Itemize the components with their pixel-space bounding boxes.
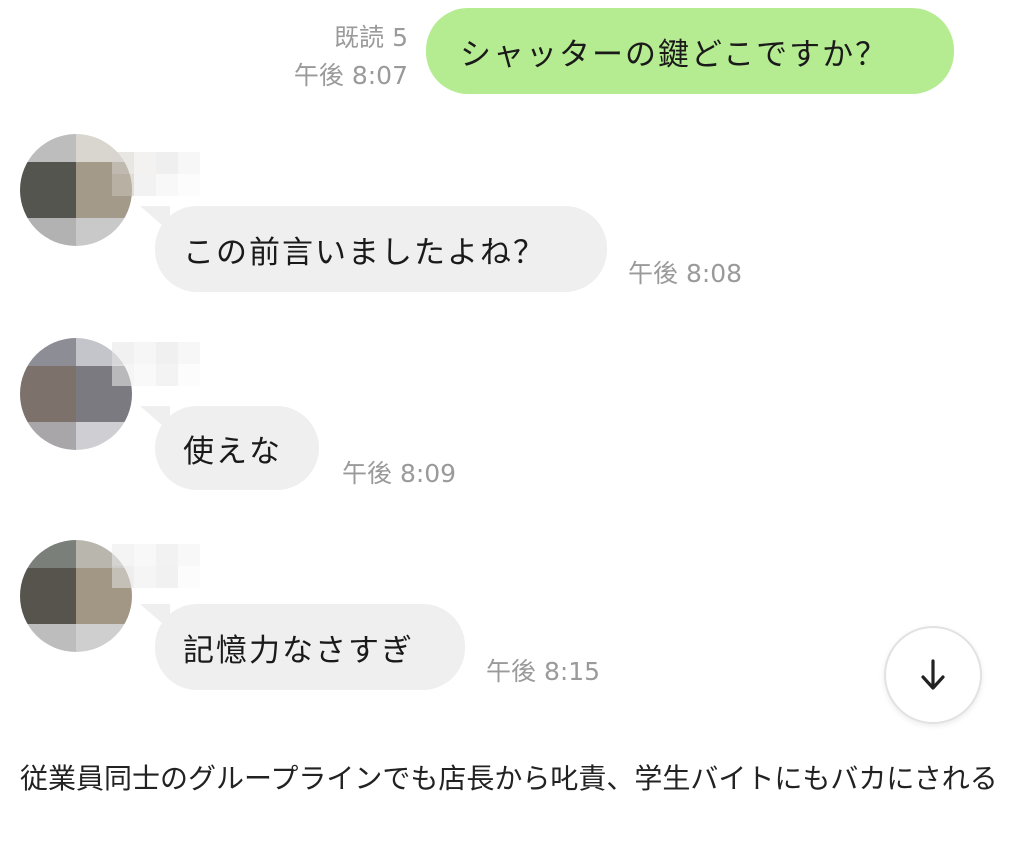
sender-name-blurred bbox=[112, 152, 200, 196]
outgoing-message-bubble[interactable]: シャッターの鍵どこですか？ bbox=[426, 8, 954, 94]
message-time: 午後 8:08 bbox=[628, 259, 743, 288]
message-time: 午後 8:09 bbox=[342, 459, 457, 488]
incoming-message-bubble[interactable]: 使えな bbox=[155, 406, 319, 490]
message-text: 記憶力なさすぎ bbox=[183, 632, 414, 669]
message-text: シャッターの鍵どこですか？ bbox=[460, 36, 889, 73]
sender-name-blurred bbox=[112, 342, 200, 386]
message-text: この前言いましたよね？ bbox=[183, 234, 546, 271]
scroll-to-bottom-button[interactable] bbox=[884, 626, 982, 724]
read-receipt: 既読 5 bbox=[334, 23, 408, 52]
image-caption: 従業員同士のグループラインでも店長から叱責、学生バイトにもバカにされる bbox=[20, 762, 998, 795]
chat-area: 既読 5 午後 8:07 シャッターの鍵どこですか？ この前言いましたよね？ 午… bbox=[0, 0, 1024, 740]
incoming-message-bubble[interactable]: この前言いましたよね？ bbox=[155, 206, 607, 292]
message-time: 午後 8:07 bbox=[293, 61, 408, 90]
message-text: 使えな bbox=[183, 433, 282, 470]
sender-name-blurred bbox=[112, 544, 200, 588]
incoming-message-bubble[interactable]: 記憶力なさすぎ bbox=[155, 604, 465, 690]
arrow-down-icon bbox=[921, 659, 945, 690]
message-time: 午後 8:15 bbox=[486, 657, 601, 686]
